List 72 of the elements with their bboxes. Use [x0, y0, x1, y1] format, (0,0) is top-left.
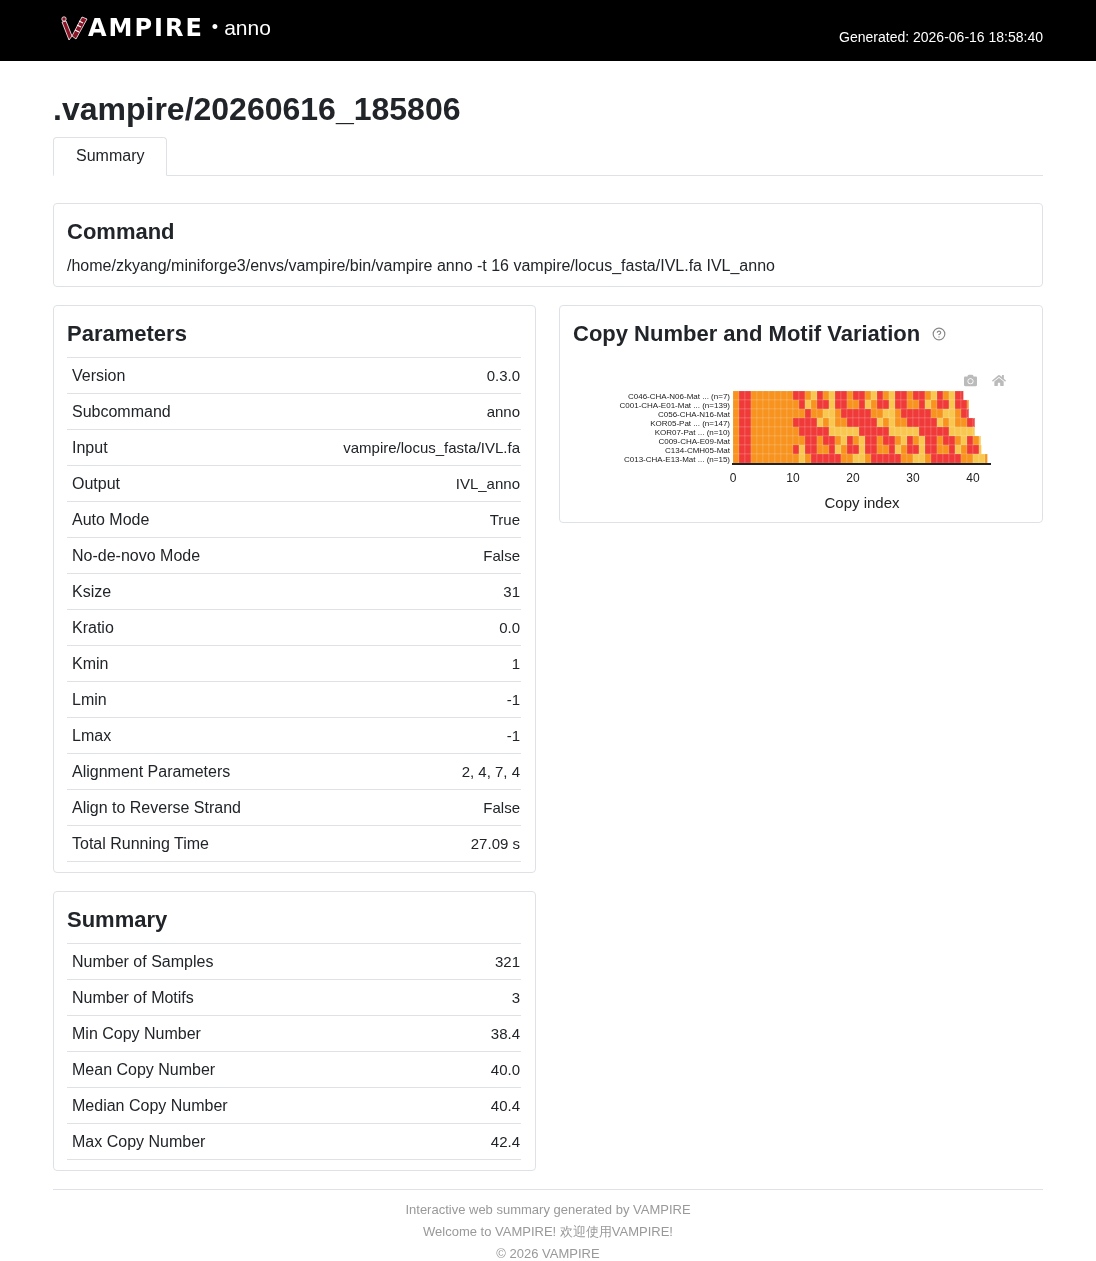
- separator-dot: •: [211, 17, 219, 38]
- parameter-label: Max Copy Number: [72, 1132, 206, 1151]
- parameter-label: Mean Copy Number: [72, 1060, 216, 1079]
- parameter-value: 27.09 s: [470, 835, 520, 852]
- card-title: Command: [67, 218, 176, 246]
- row-label: C056-CHA-N16-Mat: [657, 409, 730, 419]
- parameter-label: Version: [72, 366, 126, 385]
- parameter-value: -1: [506, 727, 520, 744]
- parameter-label: Subcommand: [72, 402, 171, 421]
- parameter-label: Lmax: [72, 726, 112, 745]
- parameter-label: Auto Mode: [72, 510, 150, 529]
- parameter-label: Alignment Parameters: [72, 762, 231, 781]
- logo-icon: [60, 13, 88, 42]
- command-text: /home/zkyang/miniforge3/envs/vampire/bin/vampire anno -t 16 vampire/locus_fasta/IVL.fa IVL_anno: [67, 256, 776, 276]
- parameter-value: 2, 4, 7, 4: [461, 763, 520, 780]
- axis-tick-label: 30: [906, 471, 920, 485]
- parameter-label: Min Copy Number: [72, 1024, 201, 1043]
- axis-tick-label: 0: [729, 471, 737, 485]
- parameter-value: 1: [511, 655, 520, 672]
- card-title: Summary: [67, 906, 169, 934]
- footer-text: Welcome to VAMPIRE! 欢迎使用VAMPIRE!: [423, 1223, 673, 1241]
- parameter-label: Kratio: [72, 618, 114, 637]
- axis-tick-label: 10: [786, 471, 800, 485]
- page-title: .vampire/20260616_185806: [53, 91, 462, 127]
- parameter-value: 40.0: [490, 1061, 520, 1078]
- row-label: C001-CHA-E01-Mat ... (n=139): [619, 400, 730, 410]
- parameter-value: False: [483, 799, 520, 816]
- row-label: C009-CHA-E09-Mat: [658, 436, 730, 446]
- row-label: KOR05-Pat ... (n=147): [650, 418, 730, 428]
- row-label: C046-CHA-N06-Mat ... (n=7): [627, 391, 730, 401]
- parameter-label: Lmin: [72, 690, 107, 709]
- axis-title: Copy index: [824, 494, 900, 511]
- parameter-label: Ksize: [72, 582, 112, 601]
- parameter-label: Median Copy Number: [72, 1096, 228, 1115]
- parameter-value: -1: [506, 691, 520, 708]
- footer-text: © 2026 VAMPIRE: [496, 1245, 600, 1261]
- axis-tick-label: 20: [846, 471, 860, 485]
- row-label: C013-CHA-E13-Mat ... (n=15): [623, 454, 730, 464]
- card-title: Parameters: [67, 320, 188, 348]
- parameter-value: 0.0: [499, 619, 520, 636]
- tab[interactable]: Summary: [53, 137, 168, 176]
- home-icon[interactable]: [992, 374, 1006, 387]
- parameter-label: Kmin: [72, 654, 109, 673]
- help-icon[interactable]: [932, 327, 947, 341]
- parameter-label: Total Running Time: [72, 834, 209, 853]
- parameter-value: 42.4: [490, 1133, 520, 1150]
- parameter-value: False: [483, 547, 520, 564]
- parameter-value: 0.3.0: [486, 367, 520, 384]
- parameter-label: Output: [72, 474, 121, 493]
- axis-tick-label: 40: [966, 471, 980, 485]
- footer-text: Interactive web summary generated by VAMPIRE: [405, 1201, 691, 1219]
- row-label: C134-CMH05-Mat: [665, 445, 730, 455]
- parameter-label: Number of Motifs: [72, 988, 194, 1007]
- parameter-value: 31: [503, 583, 520, 600]
- parameter-value: 321: [494, 953, 520, 970]
- camera-icon[interactable]: [963, 374, 978, 387]
- parameter-value: anno: [486, 403, 520, 420]
- parameter-label: Align to Reverse Strand: [72, 798, 241, 817]
- generated-timestamp: Generated: 2026-06-16 18:58:40: [839, 28, 1043, 45]
- parameter-label: Input: [72, 438, 108, 457]
- parameter-value: 3: [511, 989, 520, 1006]
- parameter-value: 40.4: [490, 1097, 520, 1114]
- parameter-value: vampire/locus_fasta/IVL.fa: [343, 439, 520, 456]
- parameter-value: 38.4: [490, 1025, 520, 1042]
- parameter-value: IVL_anno: [455, 475, 520, 492]
- row-label: KOR07-Pat ... (n=10): [654, 427, 730, 437]
- parameter-label: Number of Samples: [72, 952, 214, 971]
- module-name: anno: [224, 15, 271, 40]
- logo-text: AMPIRE: [88, 13, 204, 42]
- parameter-label: No-de-novo Mode: [72, 546, 201, 565]
- parameter-value: True: [489, 511, 520, 528]
- card-title: Copy Number and Motif Variation: [573, 320, 921, 348]
